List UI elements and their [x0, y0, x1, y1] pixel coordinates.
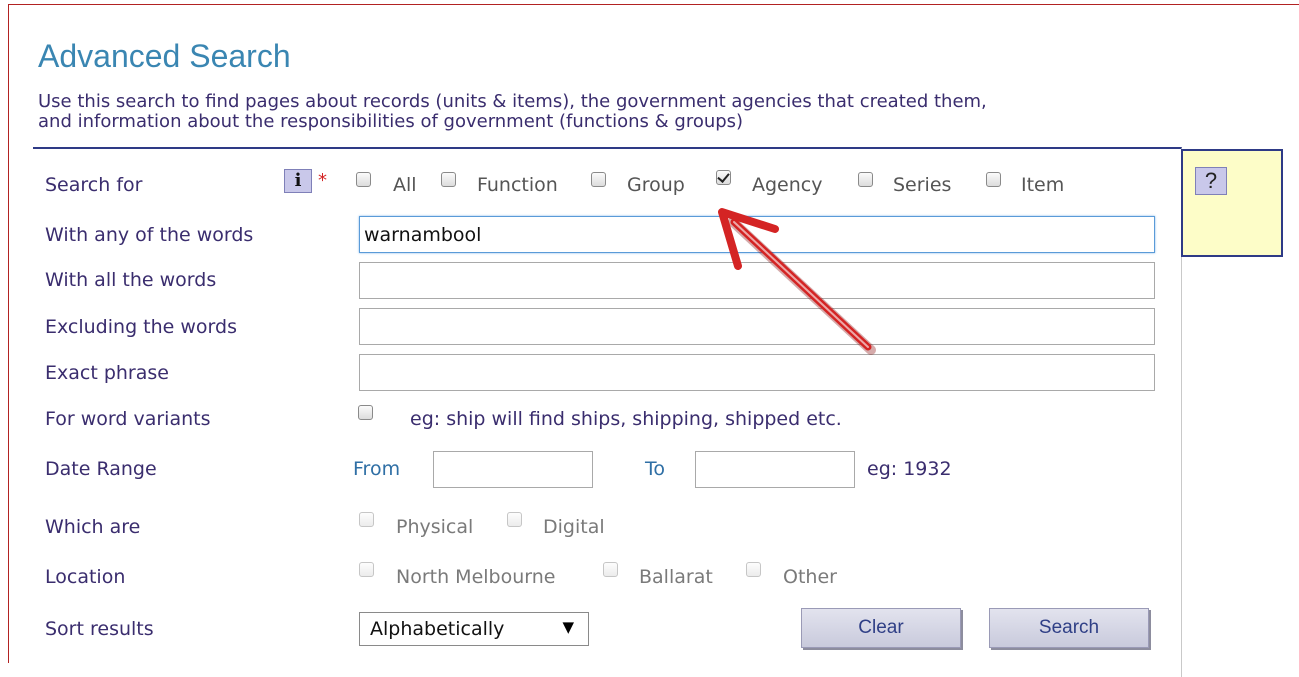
annotation-arrow-icon — [718, 208, 876, 355]
